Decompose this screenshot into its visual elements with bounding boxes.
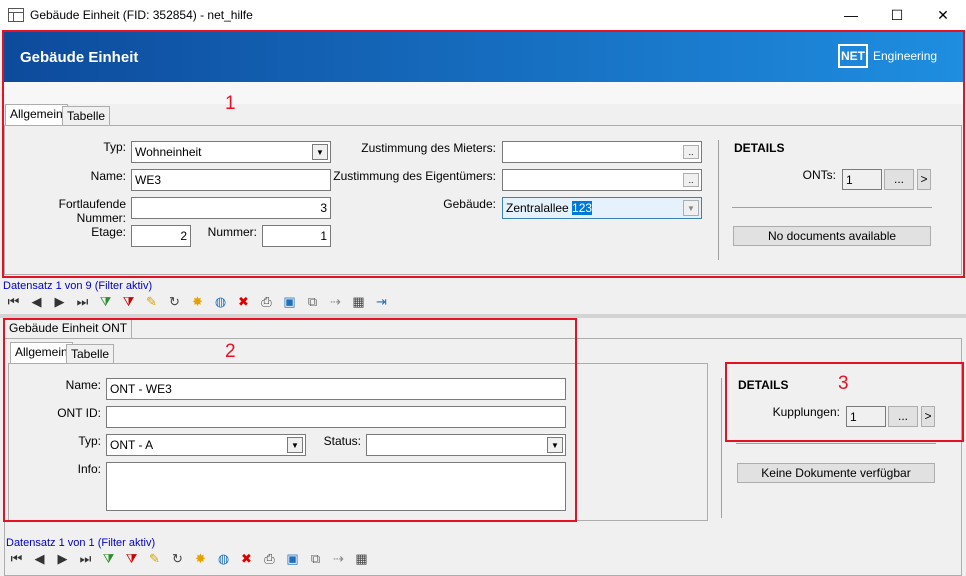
filter-add-icon[interactable]: ⧩ <box>96 293 115 311</box>
close-button[interactable]: ✕ <box>920 0 966 31</box>
new-record-icon[interactable]: ✸ <box>191 550 210 568</box>
exit-icon[interactable]: ⇥ <box>372 293 391 311</box>
copy-icon[interactable]: ⧉ <box>303 293 322 311</box>
details-rule-bottom <box>736 443 936 444</box>
refresh-icon[interactable]: ↻ <box>165 293 184 311</box>
first-record-icon[interactable]: ⏮ <box>7 550 26 568</box>
record-navigator-text-bottom[interactable]: Datensatz 1 von 1 (Filter aktiv) <box>6 537 155 549</box>
next-record-icon[interactable]: ▶ <box>50 293 69 311</box>
annotation-box-2 <box>3 318 577 522</box>
minimize-button[interactable]: — <box>828 0 874 31</box>
filter-remove-icon[interactable]: ⧩ <box>122 550 141 568</box>
zoom-to-icon[interactable]: ▣ <box>280 293 299 311</box>
edit-pencil-icon[interactable]: ✎ <box>142 293 161 311</box>
table-icon[interactable]: ▦ <box>352 550 371 568</box>
globe-icon[interactable]: ◍ <box>211 293 230 311</box>
print-icon[interactable]: ⎙ <box>257 293 276 311</box>
record-toolbar-top: ⏮ ◀ ▶ ⏭ ⧩ ⧩ ✎ ↻ ✸ ◍ ✖ ⎙ ▣ ⧉ ⇢ ▦ ⇥ <box>4 293 424 313</box>
next-record-icon[interactable]: ▶ <box>53 550 72 568</box>
record-navigator-text[interactable]: Datensatz 1 von 9 (Filter aktiv) <box>3 280 152 292</box>
move-icon[interactable]: ⇢ <box>326 293 345 311</box>
print-icon[interactable]: ⎙ <box>260 550 279 568</box>
table-app-icon <box>8 8 24 22</box>
refresh-icon[interactable]: ↻ <box>168 550 187 568</box>
annotation-number-3: 3 <box>838 373 849 394</box>
filter-add-icon[interactable]: ⧩ <box>99 550 118 568</box>
prev-record-icon[interactable]: ◀ <box>27 293 46 311</box>
annotation-box-1 <box>2 30 965 278</box>
last-record-icon[interactable]: ⏭ <box>73 293 92 311</box>
globe-icon[interactable]: ◍ <box>214 550 233 568</box>
last-record-icon[interactable]: ⏭ <box>76 550 95 568</box>
edit-pencil-icon[interactable]: ✎ <box>145 550 164 568</box>
table-icon[interactable]: ▦ <box>349 293 368 311</box>
annotation-number-2: 2 <box>225 341 236 362</box>
prev-record-icon[interactable]: ◀ <box>30 550 49 568</box>
annotation-number-1: 1 <box>225 93 236 114</box>
move-icon[interactable]: ⇢ <box>329 550 348 568</box>
maximize-button[interactable]: ☐ <box>874 0 920 31</box>
zoom-to-icon[interactable]: ▣ <box>283 550 302 568</box>
details-divider-bottom <box>721 378 722 518</box>
first-record-icon[interactable]: ⏮ <box>4 293 23 311</box>
record-toolbar-bottom: ⏮ ◀ ▶ ⏭ ⧩ ⧩ ✎ ↻ ✸ ◍ ✖ ⎙ ▣ ⧉ ⇢ ▦ <box>7 550 387 570</box>
delete-icon[interactable]: ✖ <box>237 550 256 568</box>
window-titlebar: Gebäude Einheit (FID: 352854) - net_hilf… <box>0 0 966 31</box>
documents-button-bottom[interactable]: Keine Dokumente verfügbar <box>737 463 935 483</box>
delete-icon[interactable]: ✖ <box>234 293 253 311</box>
window-title: Gebäude Einheit (FID: 352854) - net_hilf… <box>30 8 253 22</box>
filter-remove-icon[interactable]: ⧩ <box>119 293 138 311</box>
copy-icon[interactable]: ⧉ <box>306 550 325 568</box>
new-record-icon[interactable]: ✸ <box>188 293 207 311</box>
